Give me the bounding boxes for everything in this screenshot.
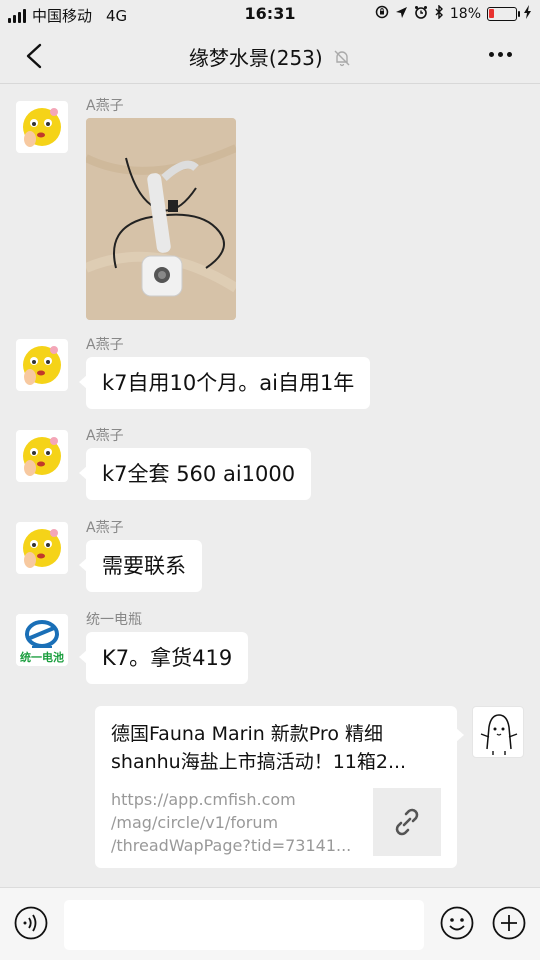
sender-name: A燕子 (86, 98, 124, 114)
message-photo[interactable] (86, 118, 236, 320)
emoji-avatar[interactable] (16, 430, 68, 482)
voice-icon[interactable] (14, 906, 48, 940)
sender-name: A燕子 (86, 520, 124, 536)
message-bubble[interactable]: k7全套 560 ai1000 (78, 448, 312, 500)
more-dots-icon[interactable] (489, 52, 512, 57)
message-input[interactable] (64, 900, 424, 950)
link-title: 德国Fauna Marin 新款Pro 精细 shanhu海盐上市搞活动！11箱… (111, 720, 441, 776)
emoji-avatar[interactable] (16, 339, 68, 391)
emoji-avatar[interactable] (16, 522, 68, 574)
charging-icon (523, 5, 532, 23)
emoji-icon[interactable] (440, 906, 474, 940)
input-bar (0, 887, 540, 960)
link-icon (373, 788, 441, 856)
link-card[interactable]: 德国Fauna Marin 新款Pro 精细 shanhu海盐上市搞活动！11箱… (95, 706, 464, 868)
ghost-avatar[interactable] (472, 706, 524, 758)
link-url-line: /threadWapPage?tid=73141... (111, 836, 352, 855)
message-bubble[interactable]: 需要联系 (79, 540, 202, 592)
status-bar: 中国移动 4G 16:31 18% (0, 0, 540, 28)
emoji-avatar[interactable] (16, 101, 68, 153)
chat-header: 缘梦水景(253) (0, 28, 540, 84)
message-bubble[interactable]: K7。拿货419 (78, 632, 249, 684)
avatar-logo-text: 统一电池 (20, 651, 64, 664)
logo-avatar[interactable]: 统一电池 (16, 614, 68, 666)
battery-icon (487, 7, 520, 21)
link-url-line: /mag/circle/v1/forum (111, 813, 279, 832)
sender-name: A燕子 (86, 337, 124, 353)
message-list[interactable]: A燕子 A燕子 k7自用10个月。ai自用1年 A燕子 k7全套 560 ai1… (0, 85, 540, 887)
chat-title-text: 缘梦水景(253) (188, 46, 323, 70)
chat-title: 缘梦水景(253) (0, 42, 540, 71)
status-right: 18% (375, 4, 532, 23)
link-title-line: 德国Fauna Marin 新款Pro 精细 (111, 723, 383, 745)
bluetooth-icon (434, 4, 444, 23)
alarm-icon (414, 5, 428, 23)
plus-icon[interactable] (492, 906, 526, 940)
link-url-line: https://app.cmfish.com (111, 790, 296, 809)
battery-level (489, 9, 494, 18)
sender-name: 统一电瓶 (86, 612, 142, 628)
link-title-line: shanhu海盐上市搞活动！11箱2... (111, 751, 407, 773)
link-url: https://app.cmfish.com /mag/circle/v1/fo… (111, 788, 361, 857)
bell-off-icon (333, 48, 351, 67)
battery-percent: 18% (449, 6, 481, 22)
location-icon (395, 6, 408, 23)
rotation-lock-icon (375, 5, 389, 23)
sender-name: A燕子 (86, 428, 124, 444)
message-bubble[interactable]: k7自用10个月。ai自用1年 (78, 357, 371, 409)
